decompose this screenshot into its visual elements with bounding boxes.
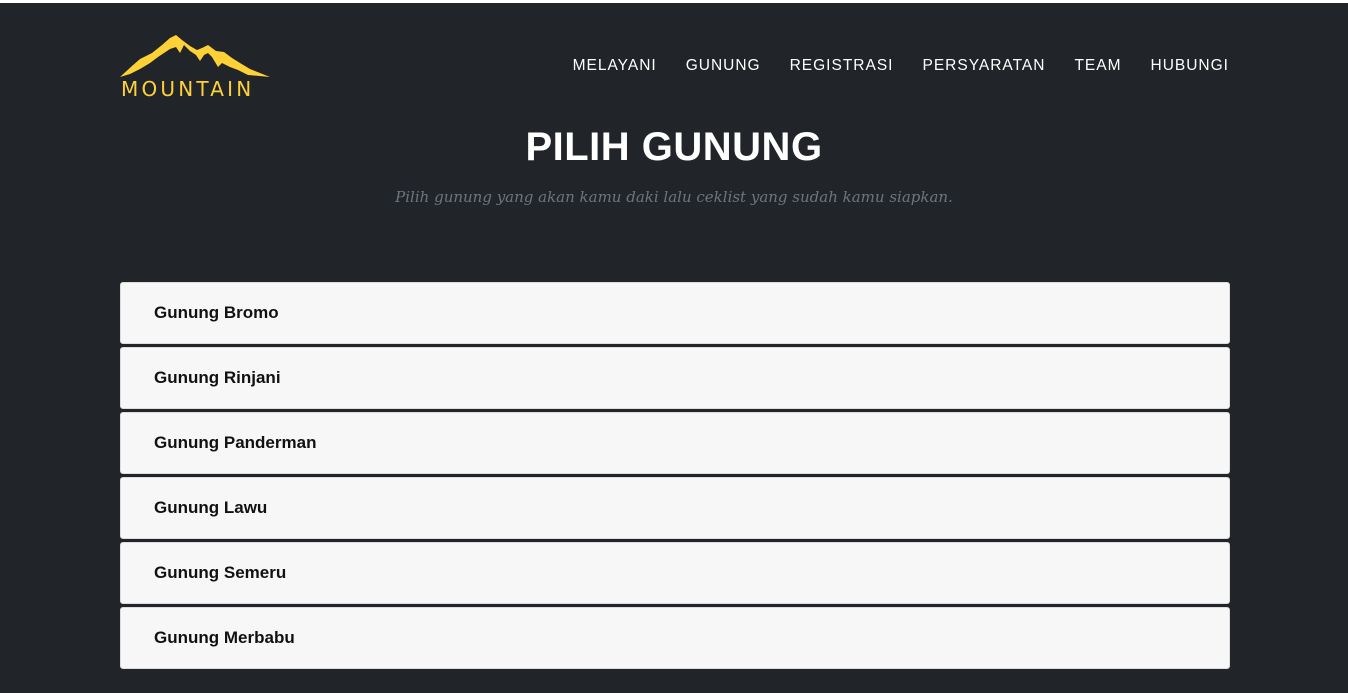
- page: MOUNTAIN MELAYANI GUNUNG REGISTRASI PERS…: [0, 3, 1348, 693]
- mountain-item-label: Gunung Bromo: [154, 303, 279, 322]
- mountain-item-label: Gunung Merbabu: [154, 628, 295, 647]
- mountain-item-rinjani[interactable]: Gunung Rinjani: [120, 347, 1230, 409]
- section-subtitle: Pilih gunung yang akan kamu daki lalu ce…: [395, 188, 953, 206]
- mountain-item-label: Gunung Rinjani: [154, 368, 281, 387]
- mountain-item-merbabu[interactable]: Gunung Merbabu: [120, 607, 1230, 669]
- section-title: PILIH GUNUNG: [525, 125, 823, 169]
- brand-logo-text: MOUNTAIN: [121, 77, 255, 101]
- nav-link-team[interactable]: TEAM: [1074, 57, 1121, 75]
- mountain-item-label: Gunung Semeru: [154, 563, 287, 582]
- mountain-item-bromo[interactable]: Gunung Bromo: [120, 282, 1230, 344]
- nav-link-melayani[interactable]: MELAYANI: [573, 57, 657, 75]
- mountain-item-panderman[interactable]: Gunung Panderman: [120, 412, 1230, 474]
- nav-link-hubungi[interactable]: HUBUNGI: [1151, 57, 1229, 75]
- mountain-item-semeru[interactable]: Gunung Semeru: [120, 542, 1230, 604]
- main-nav: MELAYANI GUNUNG REGISTRASI PERSYARATAN T…: [573, 57, 1229, 75]
- mountain-item-label: Gunung Lawu: [154, 498, 268, 517]
- mountain-peaks-icon: [120, 35, 270, 77]
- nav-link-persyaratan[interactable]: PERSYARATAN: [922, 57, 1045, 75]
- brand-logo[interactable]: MOUNTAIN: [120, 33, 270, 105]
- mountain-accordion: Gunung Bromo Gunung Rinjani Gunung Pande…: [120, 282, 1230, 672]
- mountain-item-label: Gunung Panderman: [154, 433, 317, 452]
- nav-link-gunung[interactable]: GUNUNG: [686, 57, 761, 75]
- mountain-item-lawu[interactable]: Gunung Lawu: [120, 477, 1230, 539]
- nav-link-registrasi[interactable]: REGISTRASI: [790, 57, 894, 75]
